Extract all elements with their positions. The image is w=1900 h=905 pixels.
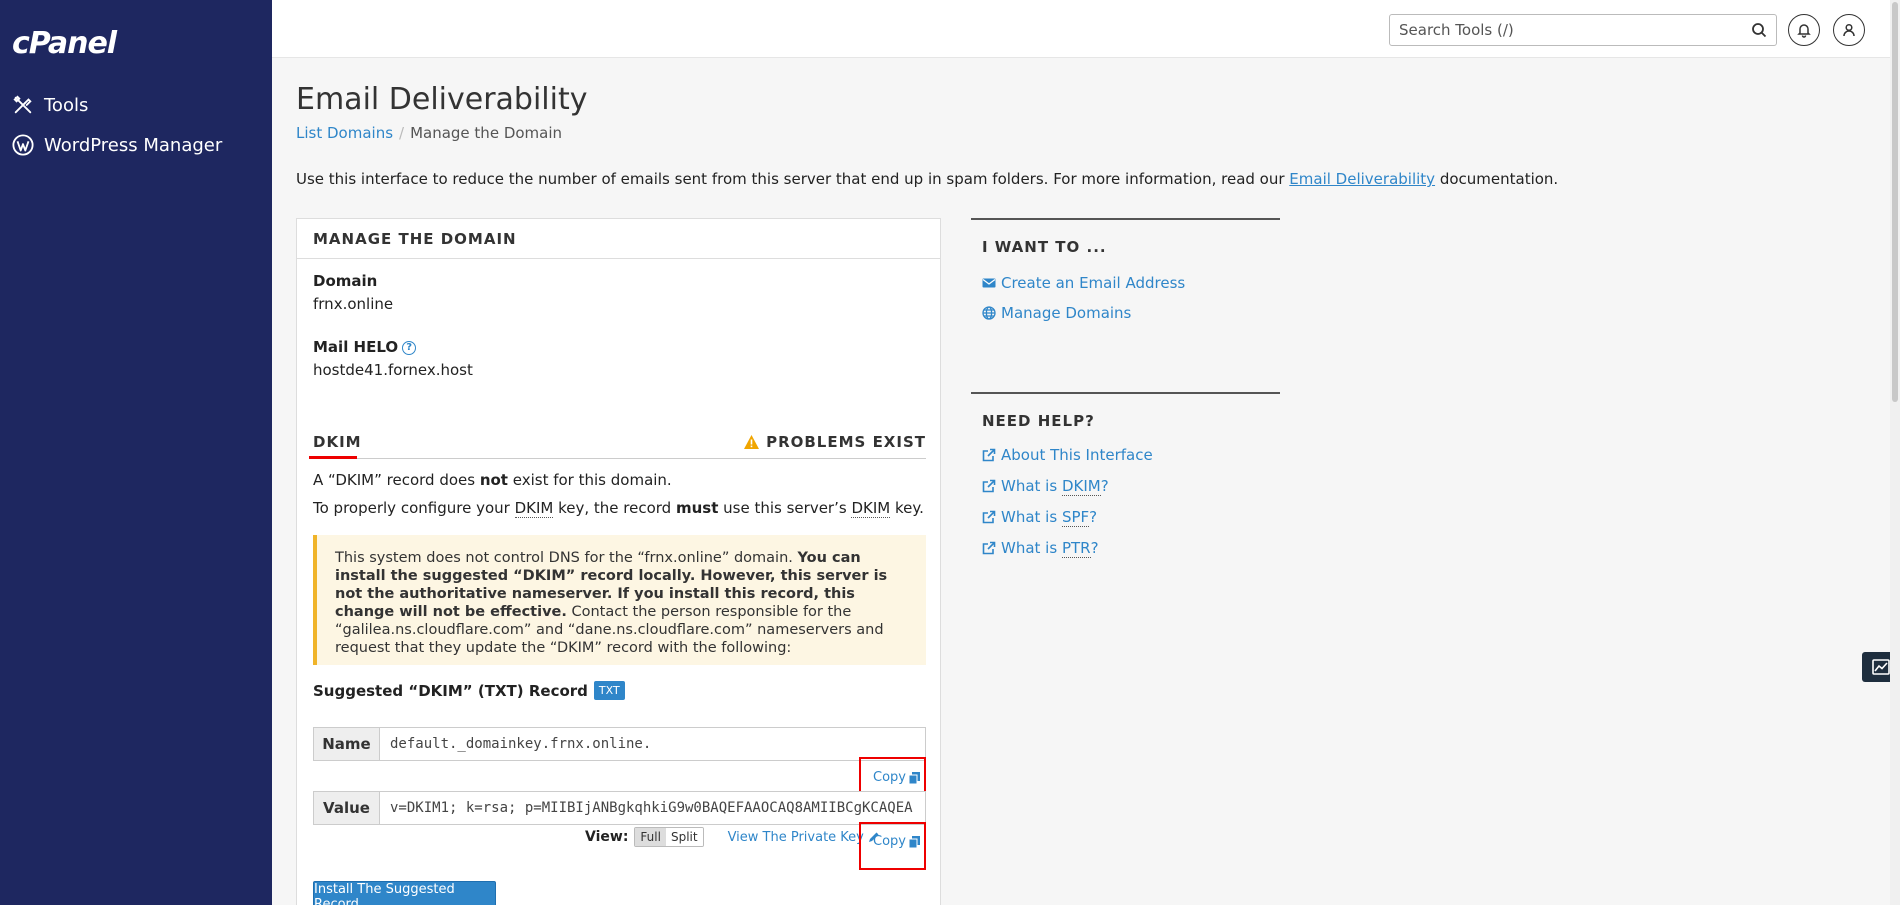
- page-scrollbar[interactable]: [1890, 0, 1900, 905]
- what-is-spf-link[interactable]: What is SPF?: [982, 508, 1280, 527]
- search-tools-box[interactable]: [1389, 14, 1777, 46]
- domain-label: Domain: [313, 272, 378, 290]
- intro-text: Use this interface to reduce the number …: [296, 170, 1559, 188]
- trend-chart-icon: [1872, 659, 1890, 675]
- sidebar-item-tools[interactable]: Tools: [12, 94, 88, 116]
- panel-title: MANAGE THE DOMAIN: [297, 219, 940, 259]
- cpanel-logo[interactable]: cPanel: [12, 26, 117, 61]
- dns-warning-notice: This system does not control DNS for the…: [313, 535, 926, 665]
- name-label: Name: [314, 728, 380, 760]
- link-label: Manage Domains: [1001, 304, 1132, 322]
- notifications-button[interactable]: [1788, 14, 1820, 46]
- tools-icon: [13, 95, 32, 114]
- value-label: Value: [314, 792, 380, 824]
- private-key-label: View The Private Key: [727, 829, 864, 845]
- user-menu-button[interactable]: [1833, 14, 1865, 46]
- search-input[interactable]: [1399, 21, 1751, 39]
- suggested-record-heading: Suggested “DKIM” (TXT) Record TXT: [313, 681, 625, 700]
- manage-domains-link[interactable]: Manage Domains: [982, 304, 1280, 322]
- user-icon: [1843, 23, 1855, 37]
- mail-helo-value: hostde41.fornex.host: [313, 361, 473, 379]
- external-link-icon: [982, 510, 996, 524]
- dkim-missing-text: A “DKIM” record does not exist for this …: [313, 471, 672, 489]
- name-value[interactable]: default._domainkey.frnx.online.: [380, 728, 925, 760]
- i-want-to-box: I WANT TO ... Create an Email Address Ma…: [971, 218, 1280, 322]
- breadcrumb-separator: /: [399, 124, 405, 142]
- link-label: What is DKIM?: [1001, 477, 1109, 496]
- sidebar-item-label: WordPress Manager: [44, 134, 223, 156]
- search-icon[interactable]: [1751, 22, 1767, 38]
- scrollbar-thumb[interactable]: [1892, 2, 1898, 402]
- need-help-box: NEED HELP? About This Interface What is …: [971, 392, 1280, 558]
- record-value-field[interactable]: Value v=DKIM1; k=rsa; p=MIIBIjANBgkqhkiG…: [313, 791, 926, 825]
- domain-value: frnx.online: [313, 295, 394, 313]
- about-interface-link[interactable]: About This Interface: [982, 446, 1280, 464]
- warning-icon: [744, 435, 760, 449]
- bell-icon: [1797, 24, 1811, 38]
- email-deliverability-doc-link[interactable]: Email Deliverability: [1289, 170, 1435, 188]
- mail-helo-label-row: Mail HELO?: [313, 338, 417, 356]
- view-private-key-link[interactable]: View The Private Key: [728, 830, 880, 845]
- breadcrumb: List Domains / Manage the Domain: [296, 124, 562, 142]
- what-is-dkim-link[interactable]: What is DKIM?: [982, 477, 1280, 496]
- envelope-icon: [982, 278, 996, 288]
- sidebar-item-wordpress-manager[interactable]: WordPress Manager: [12, 134, 222, 156]
- link-label: What is SPF?: [1001, 508, 1098, 527]
- manage-domain-panel: MANAGE THE DOMAIN Domain frnx.online Mai…: [296, 218, 941, 905]
- link-label: What is PTR?: [1001, 539, 1099, 558]
- dkim-tabbar: DKIM PROBLEMS EXIST: [309, 427, 926, 459]
- external-link-icon: [982, 541, 996, 555]
- page-title: Email Deliverability: [296, 82, 588, 117]
- view-segmented-control: Full Split: [634, 827, 704, 847]
- i-want-to-title: I WANT TO ...: [982, 238, 1107, 256]
- sidebar: cPanel Tools WordPress Manager: [0, 0, 272, 905]
- view-split-button[interactable]: Split: [665, 828, 703, 846]
- view-label: View:: [585, 829, 629, 845]
- link-label: About This Interface: [1001, 446, 1153, 464]
- view-toggle-row: View: Full Split View The Private Key: [585, 827, 880, 847]
- need-help-title: NEED HELP?: [982, 412, 1095, 430]
- sidebar-item-label: Tools: [44, 94, 89, 116]
- link-label: Create an Email Address: [1001, 274, 1186, 292]
- breadcrumb-current: Manage the Domain: [410, 124, 563, 142]
- tab-dkim[interactable]: DKIM: [313, 433, 362, 451]
- view-full-button[interactable]: Full: [635, 828, 666, 846]
- copy-value-annotation-box: [859, 822, 926, 870]
- breadcrumb-list-domains[interactable]: List Domains: [296, 124, 393, 142]
- value-value[interactable]: v=DKIM1; k=rsa; p=MIIBIjANBgkqhkiG9w0BAQ…: [380, 792, 925, 824]
- record-name-field[interactable]: Name default._domainkey.frnx.online.: [313, 727, 926, 761]
- external-link-icon: [982, 448, 996, 462]
- wordpress-icon: [12, 134, 34, 156]
- dkim-configure-text: To properly configure your DKIM key, the…: [313, 499, 924, 518]
- help-icon[interactable]: ?: [402, 340, 417, 355]
- suggested-record-label: Suggested “DKIM” (TXT) Record: [313, 681, 588, 700]
- problems-label: PROBLEMS EXIST: [766, 433, 926, 451]
- dkim-tab-annotation-underline: [309, 456, 357, 459]
- external-link-icon: [982, 479, 996, 493]
- install-suggested-record-button[interactable]: Install The Suggested Record: [313, 881, 496, 905]
- mail-helo-label: Mail HELO: [313, 338, 399, 356]
- txt-badge: TXT: [593, 681, 625, 700]
- create-email-address-link[interactable]: Create an Email Address: [982, 274, 1280, 292]
- globe-icon: [982, 306, 996, 320]
- what-is-ptr-link[interactable]: What is PTR?: [982, 539, 1280, 558]
- problems-status: PROBLEMS EXIST: [743, 433, 926, 451]
